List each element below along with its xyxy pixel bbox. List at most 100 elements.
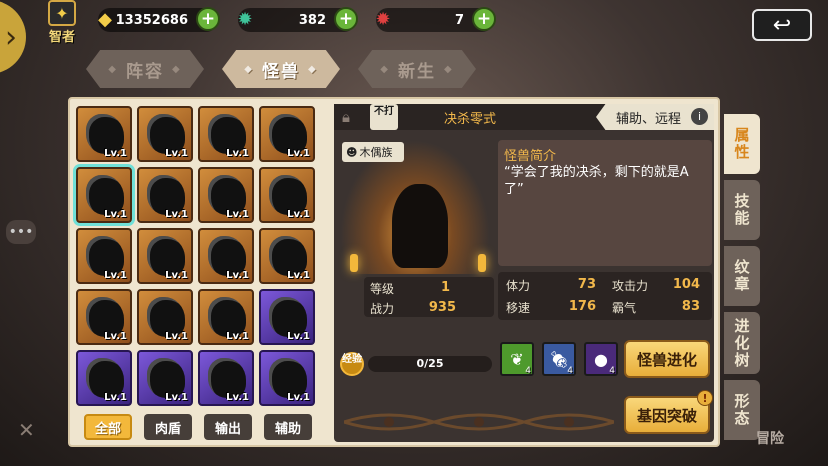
sage-label: 智者	[48, 30, 75, 45]
stat-label-hp: 体力	[506, 279, 531, 293]
stat-value-attack: 104	[672, 277, 700, 292]
monster-card[interactable]: Lv.1	[198, 289, 254, 345]
monster-card[interactable]: Lv.1	[198, 167, 254, 223]
power-value: 935	[428, 300, 456, 315]
monster-card[interactable]: Lv.1	[76, 350, 132, 406]
stat-value-speed: 176	[568, 299, 596, 314]
monster-level: Lv.1	[226, 331, 249, 342]
monster-card[interactable]: Lv.1	[259, 167, 315, 223]
diamond-icon: ◆	[244, 63, 254, 75]
liver-count: 4	[609, 366, 615, 376]
gold-value: 13352686	[115, 12, 188, 28]
monster-level: Lv.1	[165, 209, 188, 220]
monster-level: Lv.1	[104, 331, 127, 342]
monster-card[interactable]: Lv.1	[137, 228, 193, 284]
monster-level: Lv.1	[165, 331, 188, 342]
side-tab-skills[interactable]: 技能	[724, 180, 760, 240]
monster-level: Lv.1	[287, 148, 310, 159]
monster-card[interactable]: Lv.1	[137, 106, 193, 162]
alert-badge: !	[697, 390, 713, 406]
filter-tank-button[interactable]: 肉盾	[144, 414, 192, 440]
monster-card[interactable]: Lv.1	[198, 350, 254, 406]
monster-level: Lv.1	[287, 209, 310, 220]
add-ticket-button[interactable]: +	[472, 7, 496, 31]
monster-name: 决杀零式	[443, 112, 496, 127]
return-arrow-icon: ↩	[772, 12, 792, 38]
lightbulb-icon: ✦	[48, 0, 76, 26]
xp-badge: 经验	[340, 352, 364, 376]
chat-icon[interactable]: •••	[6, 220, 36, 244]
ticket-counter: ✹ 7 +	[375, 7, 496, 32]
monster-level: Lv.1	[287, 392, 310, 403]
monster-card[interactable]: Lv.1	[259, 106, 315, 162]
sage-button[interactable]: ✦ 智者	[42, 0, 82, 45]
meat-count: 4	[567, 366, 573, 376]
tab-lineup[interactable]: ◆ 阵容 ◆	[86, 50, 204, 88]
monster-card[interactable]: Lv.1	[76, 228, 132, 284]
diamond-icon: ◆	[308, 63, 318, 75]
monster-card[interactable]: Lv.1	[76, 106, 132, 162]
monster-card[interactable]: Lv.1	[198, 106, 254, 162]
filter-support-button[interactable]: 辅助	[264, 414, 312, 440]
level-value: 1	[440, 280, 450, 295]
side-tab-forms[interactable]: 形态	[724, 380, 760, 440]
monster-level: Lv.1	[104, 209, 127, 220]
stat-value-domineer: 83	[681, 299, 700, 314]
herb-item[interactable]: ❦ 4	[500, 342, 534, 376]
back-button[interactable]: ↩	[752, 9, 812, 41]
monster-card[interactable]: Lv.1	[259, 289, 315, 345]
side-tab-evolution-tree[interactable]: 进化树	[724, 312, 760, 374]
lamp-icon	[478, 254, 486, 272]
monster-card[interactable]: Lv.1	[76, 289, 132, 345]
stat-label-attack: 攻击力	[612, 279, 649, 293]
green-gem-icon: ✹	[237, 8, 253, 30]
monster-level: Lv.1	[287, 270, 310, 281]
red-orb-icon: ✹	[375, 8, 391, 30]
herb-count: 4	[525, 366, 531, 376]
expand-menu-tab[interactable]: ›	[0, 0, 26, 74]
add-gem-button[interactable]: +	[334, 7, 358, 31]
monster-card[interactable]: Lv.1	[137, 350, 193, 406]
diamond-icon: ◆	[172, 63, 182, 75]
xp-value: 0/25	[416, 357, 444, 370]
filter-damage-button[interactable]: 输出	[204, 414, 252, 440]
tab-rebirth[interactable]: ◆ 新生 ◆	[358, 50, 476, 88]
stat-label-domineer: 霸气	[612, 301, 637, 315]
monster-level: Lv.1	[226, 148, 249, 159]
evolution-track	[344, 413, 614, 431]
power-label: 战力	[370, 302, 395, 316]
monster-level: Lv.1	[287, 331, 310, 342]
side-tab-emblems[interactable]: 纹章	[724, 246, 760, 306]
monster-card[interactable]: Lv.1	[137, 289, 193, 345]
tab-monsters-label: 怪兽	[262, 61, 300, 82]
monster-level: Lv.1	[165, 392, 188, 403]
stat-label-speed: 移速	[506, 301, 531, 315]
monster-card[interactable]: Lv.1	[198, 228, 254, 284]
monster-portrait	[392, 184, 448, 268]
adventure-label[interactable]: 冒险	[756, 428, 784, 448]
filter-all-button[interactable]: 全部	[84, 414, 132, 440]
monster-card[interactable]: Lv.1	[259, 228, 315, 284]
gem-value: 382	[298, 12, 326, 28]
monster-card[interactable]: Lv.1	[137, 167, 193, 223]
herb-icon: ❦	[510, 349, 524, 369]
info-icon[interactable]: i	[691, 108, 708, 125]
monster-grid: Lv.1 Lv.1 Lv.1 Lv.1 Lv.1 Lv.1 Lv.1 Lv.1 Lv.1 Lv.1…	[76, 106, 324, 406]
crossed-swords-icon[interactable]: ✕	[18, 418, 46, 446]
tribe-tag: ☻ 木偶族	[342, 142, 404, 162]
description-title: 怪兽简介	[504, 149, 557, 164]
monster-card[interactable]: Lv.1	[76, 167, 132, 223]
monster-card[interactable]: Lv.1	[259, 350, 315, 406]
lock-icon[interactable]: 🔒︎	[342, 108, 360, 126]
level-label: 等级	[370, 282, 395, 296]
evolve-button[interactable]: 怪兽进化	[624, 340, 710, 378]
liver-item[interactable]: ● 4	[584, 342, 618, 376]
description-text: “学会了我的决杀，剩下的就是A了”	[504, 165, 689, 197]
stat-value-hp: 73	[577, 277, 596, 292]
tab-monsters[interactable]: ◆ 怪兽 ◆	[222, 50, 340, 88]
side-tab-attributes[interactable]: 属性	[724, 114, 760, 174]
role-text: 辅助、远程	[616, 111, 682, 127]
meat-item[interactable]: 🍖︎ 4	[542, 342, 576, 376]
diamond-icon: ◆	[380, 63, 390, 75]
add-gold-button[interactable]: +	[196, 7, 220, 31]
